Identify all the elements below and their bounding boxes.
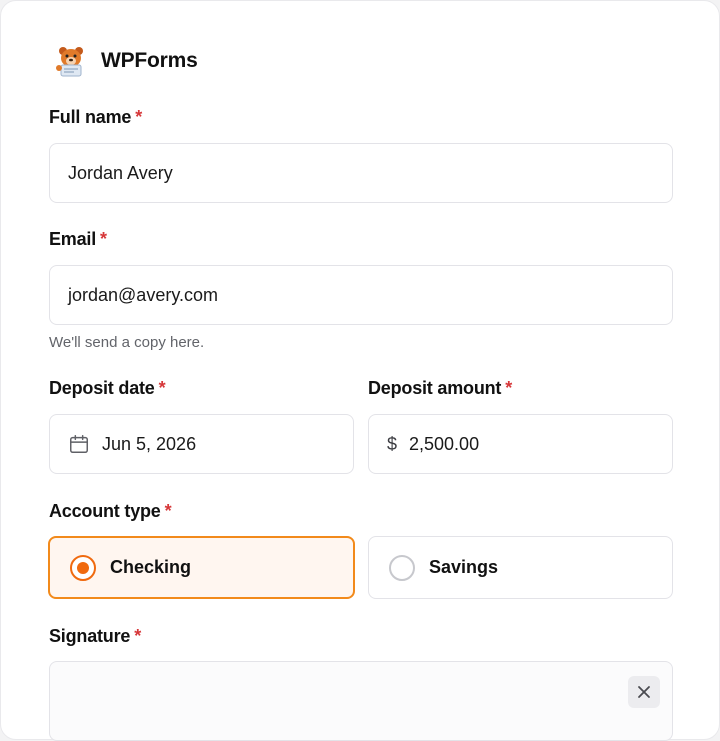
required-mark: * (164, 501, 172, 521)
required-mark: * (100, 229, 107, 249)
account-type-label-text: Account type (49, 501, 161, 521)
account-type-label: Account type * (49, 501, 172, 522)
email-label: Email * (49, 229, 107, 250)
currency-prefix: $ (387, 433, 398, 454)
email-input[interactable]: jordan@avery.com (49, 265, 673, 325)
required-mark: * (158, 378, 166, 398)
full-name-input[interactable]: Jordan Avery (49, 143, 673, 203)
full-name-label-text: Full name (49, 107, 132, 127)
email-hint: We'll send a copy here. (49, 334, 205, 351)
radio-checked-icon (70, 554, 96, 581)
radio-option-label: Checking (110, 557, 192, 577)
deposit-amount-label: Deposit amount * (368, 378, 512, 399)
required-mark: * (134, 626, 142, 646)
full-name-value: Jordan Avery (68, 162, 173, 183)
deposit-amount-label-text: Deposit amount (368, 378, 502, 398)
email-label-text: Email (49, 229, 97, 249)
deposit-date-label-text: Deposit date (49, 378, 155, 398)
radio-option-savings[interactable]: Savings (368, 536, 673, 599)
signature-label: Signature * (49, 626, 141, 647)
full-name-label: Full name * (49, 107, 142, 128)
signature-pad[interactable] (49, 661, 673, 741)
deposit-amount-input[interactable]: $ 2,500.00 (368, 414, 673, 474)
required-mark: * (135, 107, 143, 127)
deposit-date-value: Jun 5, 2026 (102, 433, 197, 454)
brand-name: WPForms (101, 49, 198, 72)
calendar-icon (70, 435, 88, 453)
radio-option-label: Savings (429, 557, 499, 577)
email-value: jordan@avery.com (68, 284, 218, 305)
brand-header: WPForms (53, 45, 198, 77)
close-icon (638, 686, 650, 698)
signature-label-text: Signature (49, 626, 131, 646)
wpforms-bear-logo-icon (56, 47, 83, 77)
form-card: WPForms Full name * Jordan Avery Email * j… (0, 0, 720, 741)
deposit-date-label: Deposit date * (49, 378, 166, 399)
deposit-amount-value: 2,500.00 (409, 433, 480, 454)
radio-unchecked-icon (389, 554, 415, 581)
signature-clear-button[interactable] (628, 676, 660, 708)
radio-option-checking[interactable]: Checking (48, 536, 355, 599)
required-mark: * (505, 378, 513, 398)
deposit-date-input[interactable]: Jun 5, 2026 (49, 414, 354, 474)
